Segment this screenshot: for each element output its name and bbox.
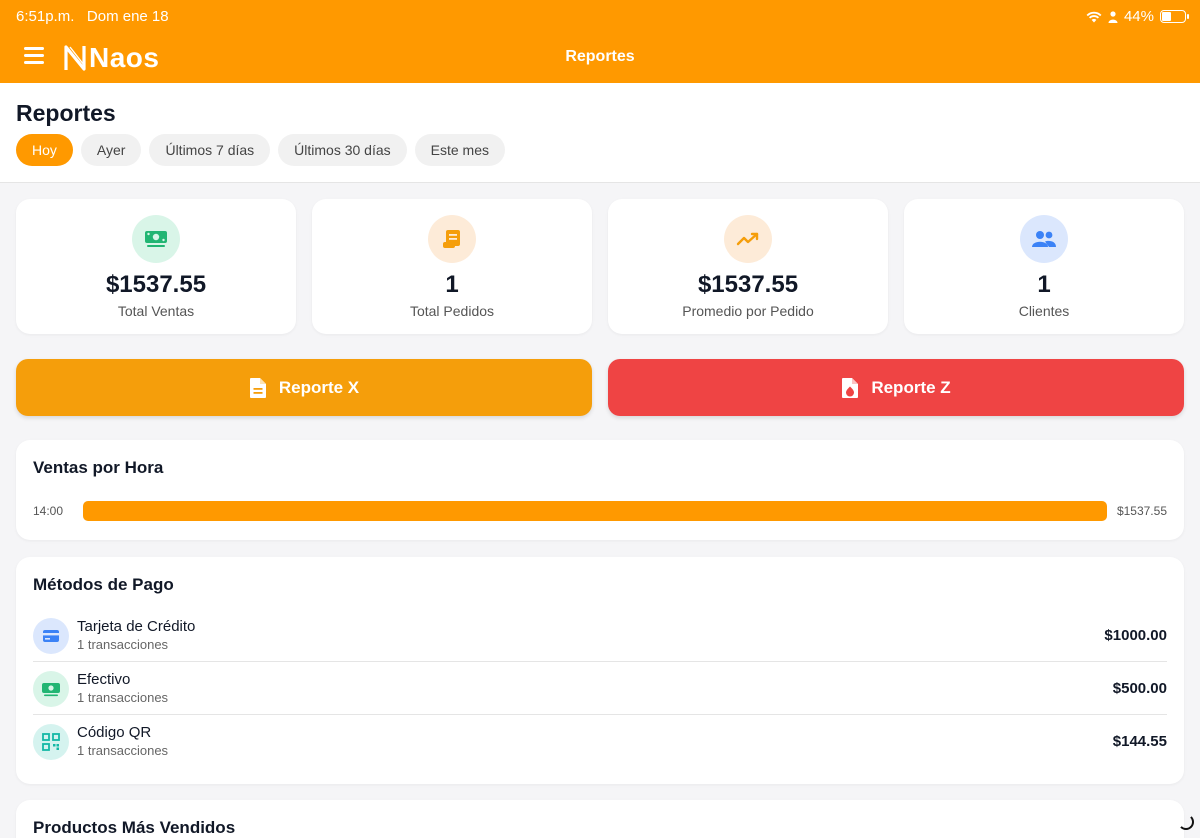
reporte-x-label: Reporte X	[278, 377, 360, 397]
cash-icon	[33, 671, 69, 707]
trend-icon	[724, 215, 772, 263]
payment-amount: $500.00	[1112, 680, 1167, 697]
payment-count: 1 transacciones	[77, 743, 169, 758]
chip-ultimos-7-dias[interactable]: Últimos 7 días	[149, 134, 271, 166]
payment-name: Efectivo	[77, 671, 131, 688]
stat-card-total-ventas: $1537.55 Total Ventas	[16, 199, 296, 334]
payment-count: 1 transacciones	[77, 637, 169, 652]
battery-icon	[1160, 10, 1189, 23]
stat-label: Total Ventas	[117, 303, 195, 319]
chip-ayer[interactable]: Ayer	[80, 134, 142, 166]
payment-amount: $1000.00	[1104, 627, 1167, 644]
stat-card-total-pedidos: 1 Total Pedidos	[312, 199, 592, 334]
document-lock-icon	[842, 377, 859, 398]
reporte-z-button[interactable]: Reporte Z	[608, 359, 1184, 416]
payment-name: Tarjeta de Crédito	[77, 618, 196, 635]
person-icon	[1108, 10, 1118, 23]
top-bar-title: Reportes	[565, 48, 635, 65]
payment-row: Código QR 1 transacciones $144.55	[33, 715, 1167, 768]
chip-ultimos-30-dias[interactable]: Últimos 30 días	[278, 134, 407, 166]
status-time: 6:51p.m. Dom ene 18	[16, 8, 169, 25]
stat-value: $1537.55	[697, 271, 799, 298]
hour-bar-fill	[83, 501, 1107, 521]
payment-name: Código QR	[77, 724, 152, 741]
hour-bar-track	[83, 501, 1107, 521]
app-top-bar: 6:51p.m. Dom ene 18 44% Naos Reportes	[0, 0, 1200, 83]
stat-value: 1	[445, 271, 459, 298]
top-products-card: Productos Más Vendidos	[16, 800, 1184, 838]
battery-percent: 44%	[1123, 8, 1154, 25]
payment-count: 1 transacciones	[77, 690, 169, 705]
receipt-icon	[428, 215, 476, 263]
money-icon	[132, 215, 180, 263]
stat-label: Total Pedidos	[409, 303, 495, 319]
report-buttons: Reporte X Reporte Z	[16, 359, 1184, 416]
payment-row: Efectivo 1 transacciones $500.00	[33, 662, 1167, 715]
users-icon	[1020, 215, 1068, 263]
stats-row: $1537.55 Total Ventas 1 Total Pedidos $1…	[16, 199, 1184, 334]
top-products-title: Productos Más Vendidos	[33, 818, 236, 837]
stat-value: 1	[1037, 271, 1051, 298]
document-icon	[249, 377, 266, 398]
stat-card-clientes: 1 Clientes	[904, 199, 1184, 334]
reporte-x-button[interactable]: Reporte X	[16, 359, 592, 416]
hour-value: $1537.55	[1116, 504, 1167, 518]
status-date: Dom ene 18	[86, 8, 169, 25]
hour-label: 14:00	[33, 504, 64, 518]
qr-code-icon	[33, 724, 69, 760]
chip-este-mes[interactable]: Este mes	[414, 134, 505, 166]
stat-value: $1537.55	[105, 271, 207, 298]
payment-row: Tarjeta de Crédito 1 transacciones $1000…	[33, 609, 1167, 662]
payment-methods-card: Métodos de Pago Tarjeta de Crédito 1 tra…	[16, 557, 1184, 784]
payment-methods-title: Métodos de Pago	[33, 575, 174, 594]
stat-label: Clientes	[1018, 303, 1070, 319]
page-header: Reportes Hoy Ayer Últimos 7 días Últimos…	[0, 83, 1200, 183]
loading-spinner-icon	[1178, 814, 1194, 830]
hourly-sales-card: Ventas por Hora 14:00 $1537.55	[16, 440, 1184, 540]
stat-label: Promedio por Pedido	[682, 303, 814, 319]
chip-hoy[interactable]: Hoy	[16, 134, 73, 166]
reporte-z-label: Reporte Z	[871, 377, 951, 397]
payment-amount: $144.55	[1112, 733, 1167, 750]
page-title: Reportes	[16, 100, 116, 126]
wifi-icon	[1086, 11, 1102, 22]
stat-card-promedio-pedido: $1537.55 Promedio por Pedido	[608, 199, 888, 334]
status-clock: 6:51p.m.	[16, 8, 75, 25]
credit-card-icon	[33, 618, 69, 654]
date-filter-chips: Hoy Ayer Últimos 7 días Últimos 30 días …	[16, 134, 505, 166]
status-indicators: 44%	[1086, 8, 1189, 25]
hourly-sales-title: Ventas por Hora	[33, 458, 164, 477]
